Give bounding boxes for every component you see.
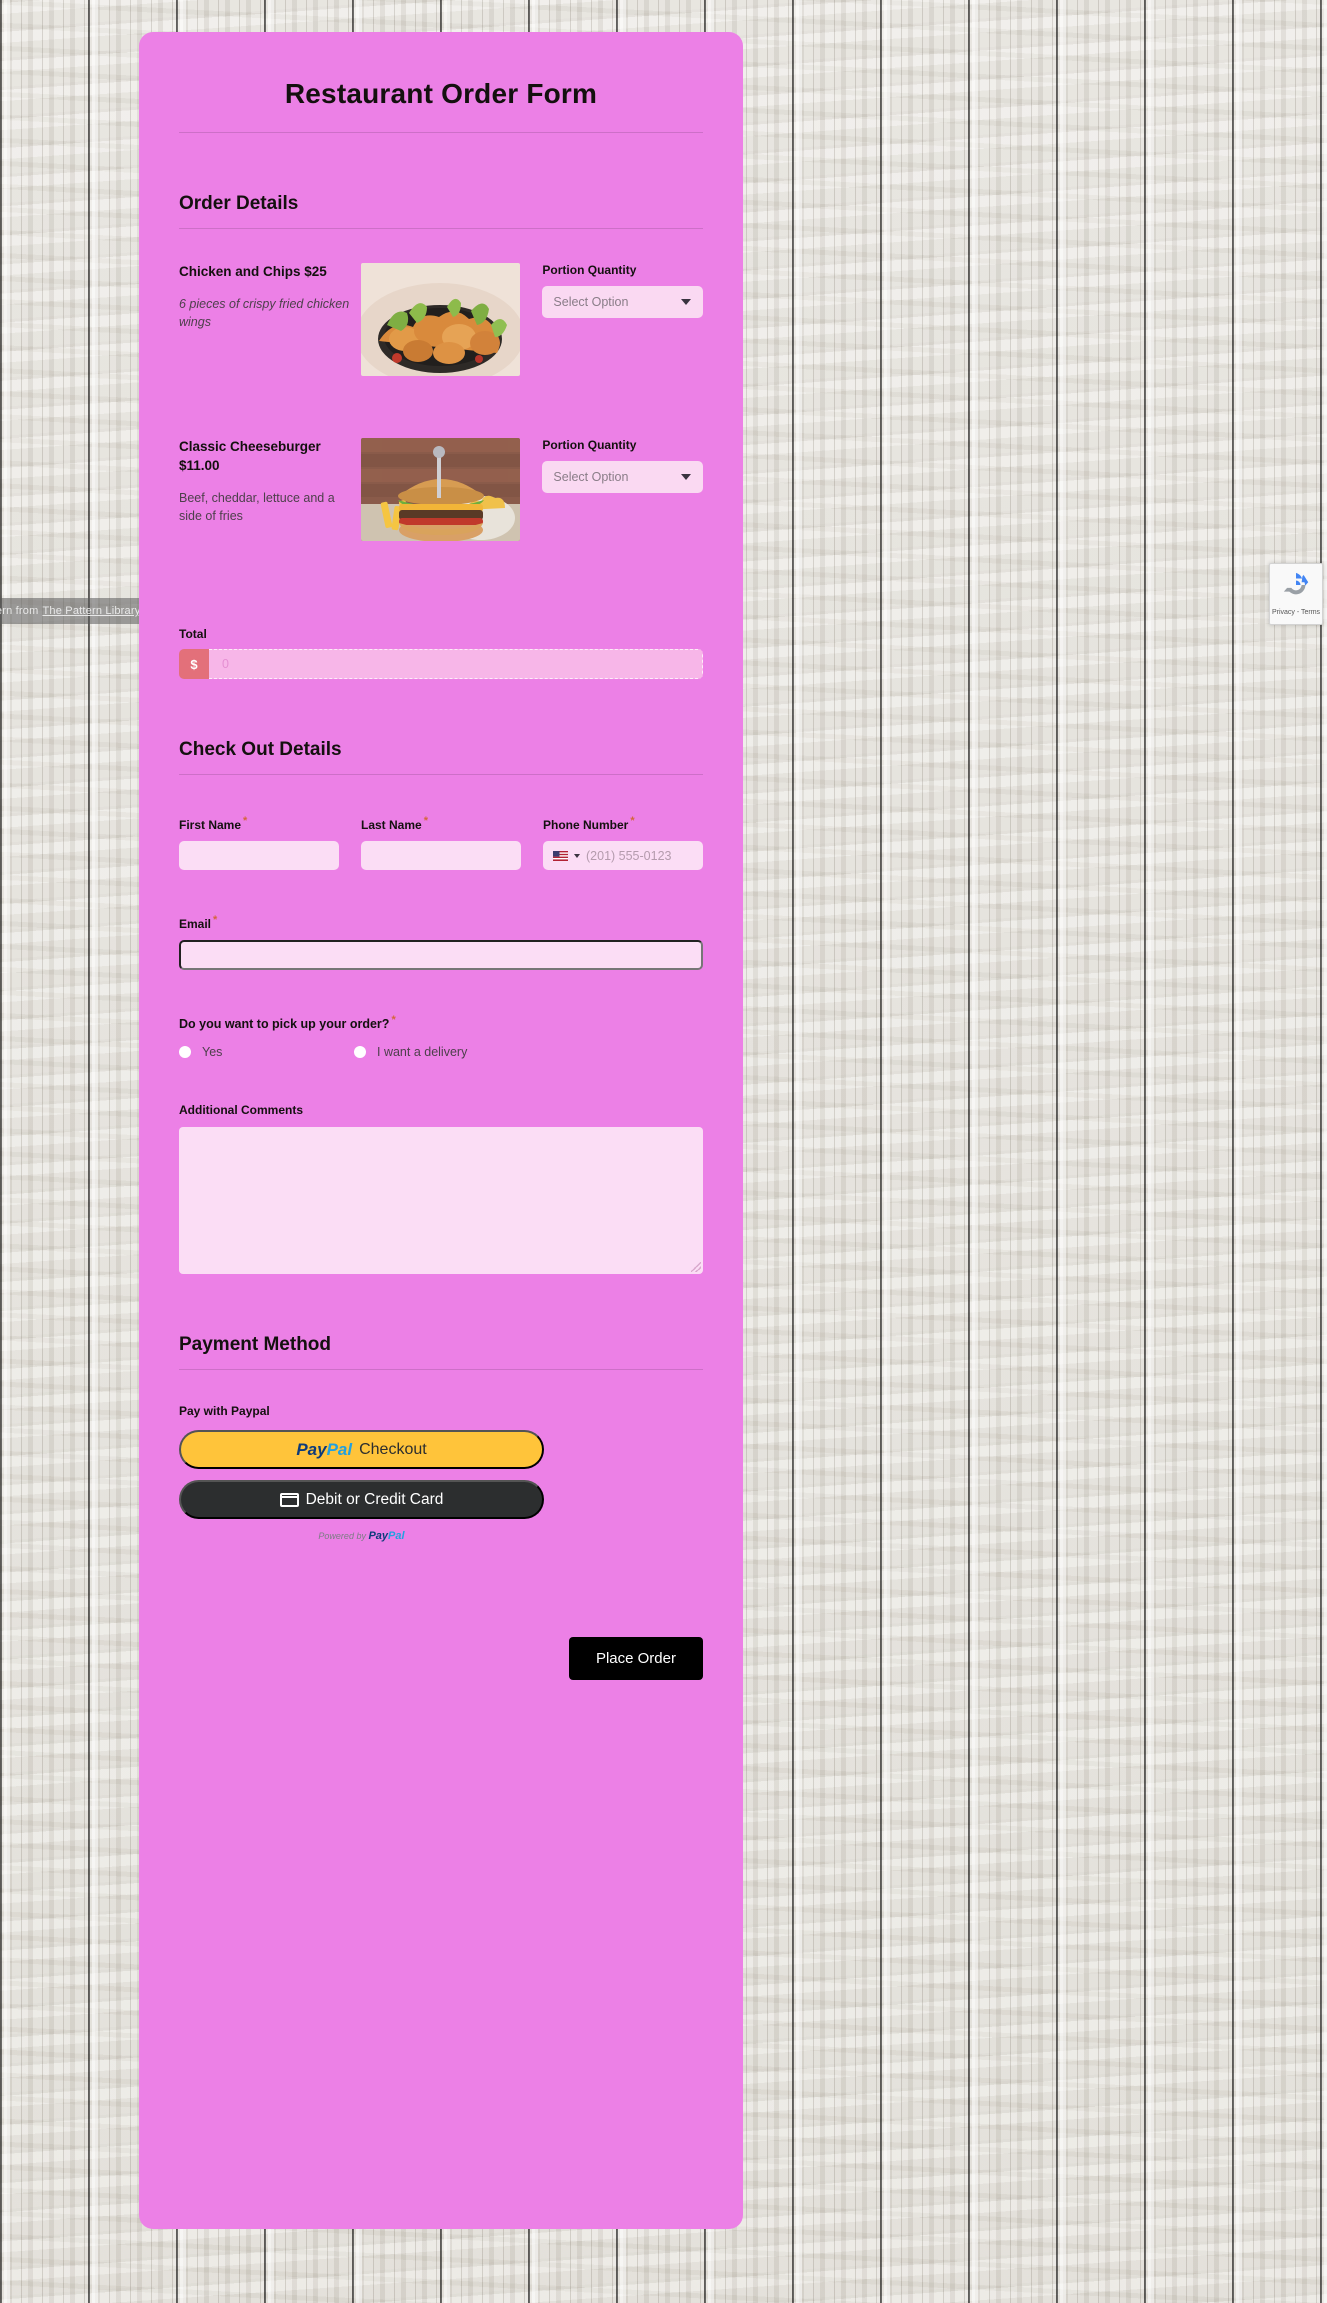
paypal-logo-small: PayPal	[368, 1530, 404, 1542]
page-title: Restaurant Order Form	[284, 78, 598, 109]
portion-quantity-value: Select Option	[553, 470, 629, 484]
portion-quantity-label: Portion Quantity	[542, 438, 637, 452]
powered-by-text: Powered by	[318, 1531, 366, 1542]
fried-chicken-photo	[361, 263, 521, 376]
paypal-logo-pay: Pay	[296, 1439, 327, 1459]
first-name-group: First Name *	[179, 815, 339, 870]
menu-item-quantity-field: Portion Quantity Select Option	[542, 263, 703, 376]
phone-label: Phone Number *	[543, 815, 703, 832]
menu-item-row: Classic Cheeseburger $11.00 Beef, chedda…	[179, 438, 703, 541]
attribution-prefix: Pattern from	[0, 605, 39, 617]
first-name-input[interactable]	[179, 841, 339, 870]
radio-icon[interactable]	[179, 1046, 191, 1059]
email-label: Email *	[179, 914, 703, 931]
menu-item-description: 6 pieces of crispy fried chicken wings	[179, 296, 350, 330]
portion-quantity-value: Select Option	[553, 295, 629, 309]
paypal-logo-pal: Pal	[388, 1530, 405, 1543]
total-label: Total	[179, 627, 207, 641]
portion-quantity-select[interactable]: Select Option	[542, 286, 703, 318]
section-payment-method: Payment Method	[179, 1334, 332, 1356]
place-order-button[interactable]: Place Order	[568, 1637, 703, 1681]
required-marker: *	[630, 815, 635, 827]
first-name-label: First Name *	[179, 815, 339, 832]
name-phone-row: First Name* Last Name* Phone Number*	[179, 815, 703, 870]
portion-quantity-select[interactable]: Select Option	[542, 461, 703, 493]
required-marker: *	[423, 815, 428, 827]
portion-quantity-label: Portion Quantity	[542, 263, 637, 277]
menu-item-text: Classic Cheeseburger $11.00 Beef, chedda…	[179, 438, 361, 541]
checkout-details-divider	[179, 774, 703, 775]
menu-item-quantity-field: Portion Quantity Select Option	[542, 438, 703, 541]
payment-method-divider	[179, 1369, 703, 1371]
order-details-divider	[179, 228, 703, 229]
total-input[interactable]: 0	[209, 649, 703, 679]
comments-textarea[interactable]	[179, 1127, 703, 1275]
menu-item-text: Chicken and Chips $25 6 pieces of crispy…	[179, 263, 361, 376]
phone-placeholder: (201) 555-0123	[586, 848, 672, 863]
pay-with-paypal-label: Pay with Paypal	[179, 1404, 270, 1419]
pickup-question-text: Do you want to pick up your order?	[179, 1017, 390, 1032]
menu-item-description: Beef, cheddar, lettuce and a side of fri…	[179, 490, 335, 523]
last-name-input[interactable]	[361, 841, 521, 870]
phone-input[interactable]: (201) 555-0123	[543, 841, 703, 870]
comments-label: Additional Comments	[179, 1103, 304, 1118]
recaptcha-terms[interactable]: Privacy - Terms	[1272, 609, 1320, 616]
required-marker: *	[243, 815, 248, 827]
recaptcha-badge[interactable]: Privacy - Terms	[1269, 563, 1323, 625]
paypal-logo: PayPal	[296, 1440, 352, 1460]
resize-handle-icon[interactable]	[691, 1262, 701, 1273]
email-group: Email *	[179, 914, 703, 970]
menu-item-row: Chicken and Chips $25 6 pieces of crispy…	[179, 263, 703, 376]
credit-card-icon	[279, 1492, 299, 1507]
order-form-card: Restaurant Order Form Order Details Chic…	[139, 32, 743, 2229]
first-name-label-text: First Name	[179, 818, 242, 832]
required-marker: *	[391, 1014, 396, 1026]
menu-item-name: Chicken and Chips $25	[179, 264, 327, 279]
total-input-row: $ 0	[179, 649, 703, 679]
recaptcha-icon	[1281, 570, 1311, 605]
last-name-label: Last Name *	[361, 815, 521, 832]
pickup-option-label: I want a delivery	[377, 1045, 468, 1060]
pickup-options-row: Yes I want a delivery	[179, 1045, 703, 1059]
menu-item-name: Classic Cheeseburger $11.00	[179, 439, 321, 473]
us-flag-icon[interactable]	[553, 850, 568, 861]
phone-group: Phone Number * (201) 555-0123	[543, 815, 703, 870]
submit-row: Place Order	[179, 1637, 703, 1681]
radio-icon[interactable]	[354, 1046, 366, 1059]
section-order-details: Order Details	[179, 193, 299, 214]
paypal-checkout-label: Checkout	[359, 1440, 427, 1458]
section-checkout-details: Check Out Details	[179, 739, 342, 760]
debit-credit-card-button[interactable]: Debit or Credit Card	[179, 1480, 544, 1520]
pickup-group: Do you want to pick up your order? * Yes …	[179, 1014, 703, 1059]
total-placeholder: 0	[222, 657, 229, 671]
last-name-label-text: Last Name	[361, 818, 422, 832]
pickup-question: Do you want to pick up your order? *	[179, 1014, 703, 1031]
country-chevron-down-icon[interactable]	[574, 853, 580, 858]
powered-by-paypal: Powered by PayPal	[179, 1530, 544, 1542]
attribution-link[interactable]: The Pattern Library	[42, 605, 140, 617]
cheeseburger-photo	[361, 438, 521, 541]
phone-label-text: Phone Number	[543, 818, 629, 832]
pickup-option-yes[interactable]: Yes	[179, 1045, 354, 1059]
email-input[interactable]	[179, 940, 703, 970]
currency-symbol-icon: $	[179, 649, 209, 679]
chevron-down-icon	[681, 474, 691, 480]
required-marker: *	[213, 914, 218, 926]
total-field-group: Total $ 0	[179, 627, 703, 679]
comments-group: Additional Comments	[179, 1103, 703, 1275]
paypal-logo-pay: Pay	[368, 1530, 389, 1543]
title-divider	[179, 132, 703, 133]
last-name-group: Last Name *	[361, 815, 521, 870]
pickup-option-delivery[interactable]: I want a delivery	[354, 1045, 467, 1059]
chevron-down-icon	[681, 299, 691, 305]
debit-credit-card-label: Debit or Credit Card	[305, 1490, 444, 1508]
paypal-checkout-button[interactable]: PayPal Checkout	[179, 1430, 544, 1470]
pickup-option-label: Yes	[202, 1045, 223, 1060]
paypal-logo-pal: Pal	[326, 1439, 353, 1459]
email-label-text: Email	[179, 917, 212, 931]
